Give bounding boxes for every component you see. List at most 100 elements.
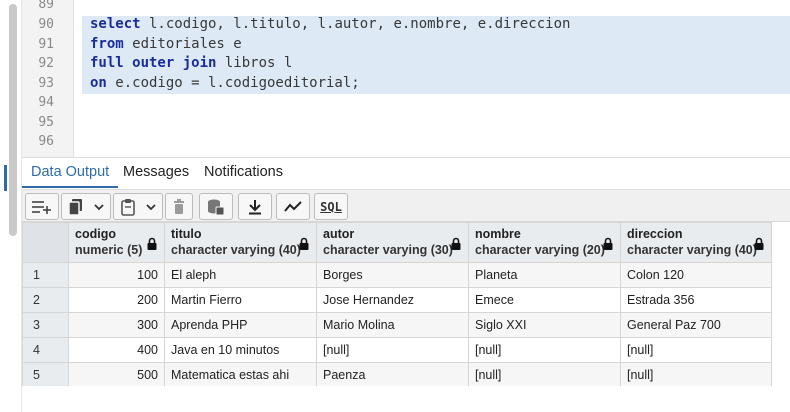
- line-number: 94: [38, 95, 54, 110]
- save-data-button[interactable]: [199, 193, 233, 220]
- delete-button[interactable]: [165, 193, 193, 220]
- table-row[interactable]: 3 300 Aprenda PHP Mario Molina Siglo XXI…: [22, 312, 772, 338]
- column-name: autor: [323, 227, 355, 241]
- cell-nombre[interactable]: Planeta: [468, 262, 621, 288]
- table-row[interactable]: 5 500 Matematica estas ahi Paenza [null]…: [22, 362, 772, 388]
- line-number: 96: [38, 134, 54, 149]
- code-text: full outer join libros l: [90, 54, 292, 74]
- cell-codigo[interactable]: 500: [68, 362, 165, 388]
- add-row-button[interactable]: [25, 193, 59, 220]
- cell-direccion[interactable]: [null]: [620, 362, 772, 388]
- cell-autor[interactable]: Paenza: [316, 362, 469, 388]
- column-header[interactable]: titulo character varying (40): [164, 222, 317, 263]
- column-name: titulo: [171, 227, 202, 241]
- chevron-down-icon[interactable]: [146, 203, 156, 211]
- code-rest: libros l: [216, 55, 293, 71]
- query-tool-window: 89 90 select l.codigo, l.titulo, l.autor…: [0, 0, 790, 412]
- code-text: select l.codigo, l.titulo, l.autor, e.no…: [90, 15, 570, 35]
- table-row[interactable]: 4 400 Java en 10 minutos [null] [null] […: [22, 337, 772, 363]
- cell-autor[interactable]: Mario Molina: [316, 312, 469, 338]
- active-panel-marker: [4, 165, 7, 191]
- cell-titulo[interactable]: Martin Fierro: [164, 287, 317, 313]
- line-number: 93: [38, 76, 54, 91]
- tab-data-output[interactable]: Data Output: [31, 164, 109, 180]
- vertical-scrollbar[interactable]: [0, 0, 22, 412]
- cell-autor[interactable]: [null]: [316, 337, 469, 363]
- cell-codigo[interactable]: 400: [68, 337, 165, 363]
- chevron-down-icon[interactable]: [94, 203, 104, 211]
- scrollbar-thumb[interactable]: [9, 4, 17, 236]
- save-data-icon: [207, 198, 225, 216]
- cell-titulo[interactable]: Matematica estas ahi: [164, 362, 317, 388]
- line-number: 91: [38, 37, 54, 52]
- row-number[interactable]: 2: [22, 287, 69, 313]
- cell-codigo[interactable]: 300: [68, 312, 165, 338]
- editor-line: 95: [22, 113, 790, 133]
- download-button[interactable]: [238, 193, 272, 220]
- cell-nombre[interactable]: Emece: [468, 287, 621, 313]
- graph-icon: [284, 200, 302, 213]
- sql-label: SQL: [320, 199, 342, 214]
- cell-direccion[interactable]: [null]: [620, 337, 772, 363]
- tab-notifications[interactable]: Notifications: [204, 164, 283, 180]
- row-number[interactable]: 1: [22, 262, 69, 288]
- paste-icon: [120, 198, 136, 216]
- cell-nombre[interactable]: Siglo XXI: [468, 312, 621, 338]
- lock-icon: [147, 237, 157, 253]
- line-number: 92: [38, 56, 54, 71]
- column-header[interactable]: direccion character varying (40): [620, 222, 772, 263]
- row-number[interactable]: 4: [22, 337, 69, 363]
- cell-codigo[interactable]: 200: [68, 287, 165, 313]
- code-rest: editoriales e: [123, 36, 242, 52]
- code-rest: l.codigo, l.titulo, l.autor, e.nombre, e…: [140, 16, 571, 32]
- editor-line: 90 select l.codigo, l.titulo, l.autor, e…: [22, 15, 790, 35]
- code-text: from editoriales e: [90, 35, 242, 55]
- cell-titulo[interactable]: Java en 10 minutos: [164, 337, 317, 363]
- line-number: 95: [38, 115, 54, 130]
- cell-autor[interactable]: Borges: [316, 262, 469, 288]
- cell-titulo[interactable]: El aleph: [164, 262, 317, 288]
- editor-line: 91 from editoriales e: [22, 35, 790, 55]
- cell-direccion[interactable]: Estrada 356: [620, 287, 772, 313]
- row-number[interactable]: 5: [22, 362, 69, 388]
- add-row-icon: [31, 199, 53, 215]
- cell-direccion[interactable]: Colon 120: [620, 262, 772, 288]
- column-type: numeric (5): [75, 243, 143, 257]
- table-row[interactable]: 2 200 Martin Fierro Jose Hernandez Emece…: [22, 287, 772, 313]
- row-number[interactable]: 3: [22, 312, 69, 338]
- sql-keyword: from: [90, 36, 124, 52]
- column-header[interactable]: codigo numeric (5): [68, 222, 165, 263]
- data-output-toolbar: SQL: [22, 189, 790, 222]
- cell-nombre[interactable]: [null]: [468, 337, 621, 363]
- download-icon: [247, 199, 263, 215]
- column-name: nombre: [475, 227, 521, 241]
- cell-direccion[interactable]: General Paz 700: [620, 312, 772, 338]
- column-type: character varying (40): [171, 243, 301, 257]
- column-name: direccion: [627, 227, 683, 241]
- column-header[interactable]: autor character varying (30): [316, 222, 469, 263]
- copy-icon: [68, 198, 84, 216]
- cell-autor[interactable]: Jose Hernandez: [316, 287, 469, 313]
- sql-editor[interactable]: 89 90 select l.codigo, l.titulo, l.autor…: [22, 0, 790, 157]
- table-row[interactable]: 1 100 El aleph Borges Planeta Colon 120: [22, 262, 772, 288]
- row-number-header[interactable]: [22, 222, 69, 263]
- code-rest: e.codigo = l.codigoeditorial;: [106, 75, 360, 91]
- sql-button[interactable]: SQL: [314, 193, 348, 220]
- paste-button[interactable]: [113, 193, 163, 220]
- line-number: 89: [38, 0, 54, 12]
- output-tabs: Data Output Messages Notifications: [22, 157, 790, 188]
- cell-codigo[interactable]: 100: [68, 262, 165, 288]
- editor-line: 96: [22, 132, 790, 152]
- lock-icon: [603, 237, 613, 253]
- cell-nombre[interactable]: [null]: [468, 362, 621, 388]
- copy-button[interactable]: [61, 193, 111, 220]
- results-grid: codigo numeric (5) titulo character vary…: [22, 222, 772, 388]
- sql-keyword: select: [90, 16, 141, 32]
- cell-titulo[interactable]: Aprenda PHP: [164, 312, 317, 338]
- tab-messages[interactable]: Messages: [123, 164, 189, 180]
- graph-visualiser-button[interactable]: [276, 193, 310, 220]
- editor-line: 94: [22, 93, 790, 113]
- sql-keyword: on: [90, 75, 107, 91]
- empty-grid-area: [22, 386, 790, 412]
- column-header[interactable]: nombre character varying (20): [468, 222, 621, 263]
